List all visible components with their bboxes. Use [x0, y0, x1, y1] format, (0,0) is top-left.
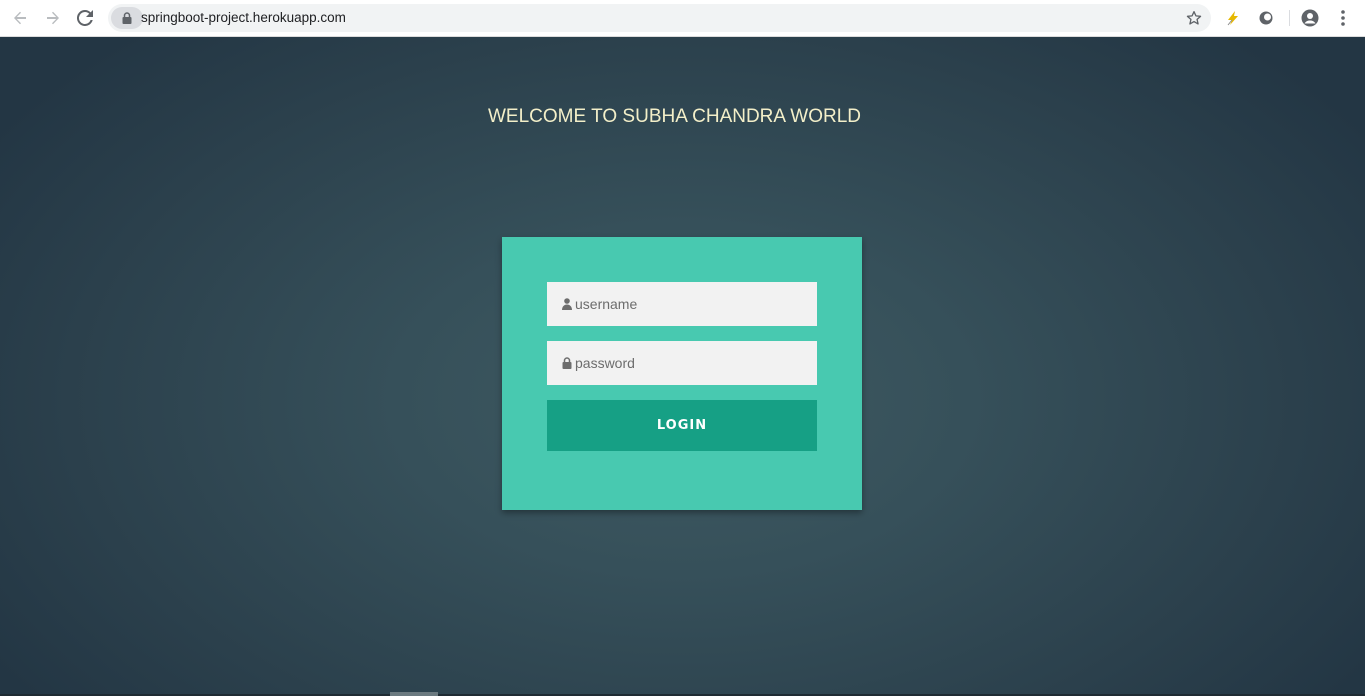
- password-field[interactable]: [547, 341, 817, 385]
- login-button[interactable]: LOGIN: [547, 400, 817, 451]
- circle-extension-icon[interactable]: [1256, 8, 1276, 28]
- password-input[interactable]: [575, 343, 805, 383]
- scroll-indicator[interactable]: [390, 692, 438, 696]
- page-background: WELCOME TO SUBHA CHANDRA WORLD LOGIN: [0, 37, 1365, 696]
- url-text[interactable]: springboot-project.herokuapp.com: [141, 10, 346, 25]
- address-bar[interactable]: springboot-project.herokuapp.com: [108, 4, 1211, 32]
- back-arrow-icon[interactable]: [8, 7, 32, 29]
- lock-icon: [562, 357, 572, 369]
- star-icon[interactable]: [1185, 9, 1203, 27]
- lightning-icon[interactable]: [1223, 8, 1243, 28]
- kebab-menu-icon[interactable]: [1333, 8, 1353, 28]
- username-input[interactable]: [575, 284, 805, 324]
- user-icon: [562, 298, 572, 310]
- reload-icon[interactable]: [73, 7, 97, 29]
- login-card: LOGIN: [502, 237, 862, 510]
- lock-icon[interactable]: [111, 7, 143, 29]
- username-field[interactable]: [547, 282, 817, 326]
- browser-toolbar: springboot-project.herokuapp.com: [0, 0, 1365, 37]
- toolbar-separator: [1289, 10, 1290, 26]
- account-icon[interactable]: [1300, 8, 1320, 28]
- forward-arrow-icon[interactable]: [41, 7, 65, 29]
- page-title: WELCOME TO SUBHA CHANDRA WORLD: [488, 106, 862, 127]
